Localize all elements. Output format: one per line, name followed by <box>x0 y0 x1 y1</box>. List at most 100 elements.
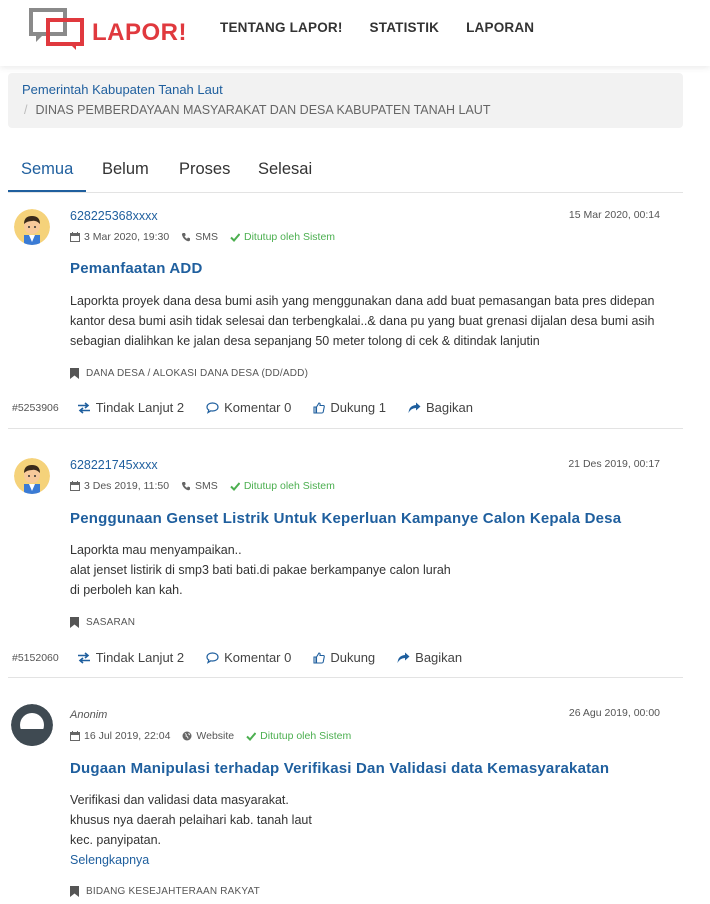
user-avatar <box>14 458 50 494</box>
share-button[interactable]: Bagikan <box>397 650 462 665</box>
category-text: SASARAN <box>86 617 136 628</box>
thumbs-up-icon <box>313 401 326 414</box>
support-button[interactable]: Dukung <box>313 650 375 665</box>
report-item: 628225368xxxx 15 Mar 2020, 00:14 3 Mar 2… <box>8 193 683 429</box>
channel: Website <box>182 730 234 742</box>
exchange-icon <box>77 401 90 414</box>
channel-text: SMS <box>195 231 218 243</box>
report-body-line: Verifikasi dan validasi data masyarakat. <box>70 793 289 807</box>
user-avatar <box>11 704 53 746</box>
report-body-line: Laporkta proyek dana desa bumi asih yang… <box>70 294 655 348</box>
report-category[interactable]: DANA DESA / ALOKASI DANA DESA (DD/ADD) <box>70 368 308 379</box>
anonymous-avatar-icon <box>11 704 53 746</box>
read-more-link[interactable]: Selengkapnya <box>70 850 685 870</box>
report-category[interactable]: BIDANG KESEJAHTERAAN RAKYAT <box>70 886 260 897</box>
report-meta: 3 Mar 2020, 19:30 SMS Ditutup oleh Siste… <box>70 231 347 243</box>
nav-laporan[interactable]: LAPORAN <box>466 20 534 35</box>
support-button[interactable]: Dukung 1 <box>313 400 386 415</box>
bookmark-icon <box>70 617 79 628</box>
report-category[interactable]: SASARAN <box>70 617 135 628</box>
breadcrumb-separator: / <box>24 103 28 117</box>
thumbs-up-icon <box>313 651 326 664</box>
submitted-date: 3 Des 2019, 11:50 <box>70 480 169 492</box>
report-divider <box>8 428 683 429</box>
report-body-line: Laporkta mau menyampaikan.. <box>70 543 242 557</box>
lapor-logo[interactable]: LAPOR! <box>28 8 188 52</box>
followup-button[interactable]: Tindak Lanjut 2 <box>77 650 184 665</box>
main-nav: TENTANG LAPOR! STATISTIK LAPORAN <box>220 20 561 35</box>
followup-button[interactable]: Tindak Lanjut 2 <box>77 400 184 415</box>
report-body: Verifikasi dan validasi data masyarakat.… <box>70 790 685 870</box>
followup-label: Tindak Lanjut 2 <box>95 400 185 415</box>
comment-button[interactable]: Komentar 0 <box>206 650 291 665</box>
report-divider <box>8 677 683 678</box>
tab-belum[interactable]: Belum <box>102 160 149 179</box>
bookmark-icon <box>70 368 79 379</box>
reporter-name: Anonim <box>70 709 108 721</box>
submitted-date-text: 3 Des 2019, 11:50 <box>84 480 170 492</box>
report-updated-date: 26 Agu 2019, 00:00 <box>568 707 660 719</box>
support-label: Dukung 1 <box>330 400 386 415</box>
report-body-line: di perboleh kan kah. <box>70 583 183 597</box>
nav-statistik[interactable]: STATISTIK <box>370 20 440 35</box>
site-header: LAPOR! TENTANG LAPOR! STATISTIK LAPORAN <box>0 0 710 66</box>
submitted-date: 3 Mar 2020, 19:30 <box>70 231 169 243</box>
report-meta: 3 Des 2019, 11:50 SMS Ditutup oleh Siste… <box>70 480 347 492</box>
check-icon <box>230 482 240 491</box>
share-icon <box>397 652 410 663</box>
report-item: Anonim 26 Agu 2019, 00:00 16 Jul 2019, 2… <box>8 692 683 904</box>
report-body-line: alat jenset listirik di smp3 bati bati.d… <box>70 563 451 577</box>
support-label: Dukung <box>330 650 376 665</box>
report-body-line: kec. panyipatan. <box>70 833 162 847</box>
bookmark-icon <box>70 886 79 897</box>
tab-semua[interactable]: Semua <box>21 160 73 179</box>
reporter-name[interactable]: 628225368xxxx <box>70 209 158 223</box>
report-title[interactable]: Dugaan Manipulasi terhadap Verifikasi Da… <box>70 760 609 777</box>
report-actions: #5152060 Tindak Lanjut 2 Komentar 0 Duku… <box>12 650 484 665</box>
breadcrumb-current-row: / DINAS PEMBERDAYAAN MASYARAKAT DAN DESA … <box>22 103 669 117</box>
comment-icon <box>206 401 219 414</box>
report-id: #5152060 <box>12 651 59 664</box>
status-tabs: Semua Belum Proses Selesai <box>8 150 683 193</box>
report-body: Laporkta proyek dana desa bumi asih yang… <box>70 291 685 351</box>
male-avatar-icon <box>14 458 50 494</box>
tab-proses[interactable]: Proses <box>179 160 230 179</box>
report-title[interactable]: Pemanfaatan ADD <box>70 260 202 277</box>
comment-button[interactable]: Komentar 0 <box>206 400 291 415</box>
report-id: #5253906 <box>12 401 59 414</box>
comment-label: Komentar 0 <box>224 650 292 665</box>
phone-icon <box>182 233 191 242</box>
report-meta: 16 Jul 2019, 22:04 Website Ditutup oleh … <box>70 730 363 742</box>
breadcrumb-parent[interactable]: Pemerintah Kabupaten Tanah Laut <box>22 82 669 97</box>
status-text: Ditutup oleh Sistem <box>243 480 335 492</box>
report-body: Laporkta mau menyampaikan.. alat jenset … <box>70 540 685 600</box>
channel: SMS <box>181 480 218 492</box>
tab-selesai[interactable]: Selesai <box>258 160 312 179</box>
status: Ditutup oleh Sistem <box>230 480 335 492</box>
comment-icon <box>206 651 219 664</box>
breadcrumb: Pemerintah Kabupaten Tanah Laut / DINAS P… <box>8 73 683 128</box>
submitted-date-text: 16 Jul 2019, 22:04 <box>84 730 171 742</box>
report-item: 628221745xxxx 21 Des 2019, 00:17 3 Des 2… <box>8 442 683 678</box>
active-tab-indicator <box>8 190 86 192</box>
user-avatar <box>14 209 50 245</box>
logo-text: LAPOR! <box>92 19 187 46</box>
report-updated-date: 15 Mar 2020, 00:14 <box>568 209 660 221</box>
category-text: DANA DESA / ALOKASI DANA DESA (DD/ADD) <box>86 368 309 379</box>
channel: SMS <box>181 231 218 243</box>
lapor-logo-icon <box>29 8 84 50</box>
reporter-name[interactable]: 628221745xxxx <box>70 458 158 472</box>
channel-text: Website <box>196 730 235 742</box>
calendar-icon <box>70 232 80 242</box>
share-button[interactable]: Bagikan <box>408 400 473 415</box>
submitted-date-text: 3 Mar 2020, 19:30 <box>84 231 170 243</box>
nav-tentang-lapor[interactable]: TENTANG LAPOR! <box>220 20 343 35</box>
report-body-line: khusus nya daerah pelaihari kab. tanah l… <box>70 813 312 827</box>
check-icon <box>246 732 257 741</box>
male-avatar-icon <box>14 209 50 245</box>
status-text: Ditutup oleh Sistem <box>244 231 336 243</box>
report-updated-date: 21 Des 2019, 00:17 <box>568 458 660 470</box>
status: Ditutup oleh Sistem <box>230 231 335 243</box>
report-title[interactable]: Penggunaan Genset Listrik Untuk Keperlua… <box>70 510 621 527</box>
calendar-icon <box>70 481 80 491</box>
